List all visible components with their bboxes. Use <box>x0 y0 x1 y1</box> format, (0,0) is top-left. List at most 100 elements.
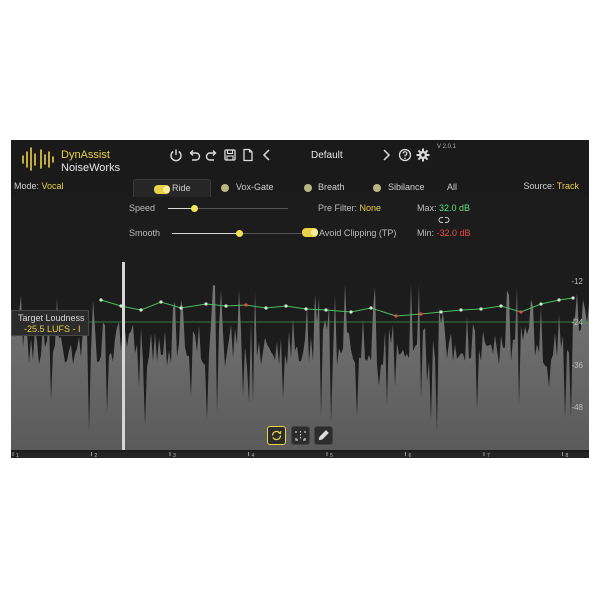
envelope-point[interactable] <box>284 304 288 308</box>
tab-breath-label: Breath <box>318 182 345 192</box>
time-tick-label: 6 <box>409 453 412 458</box>
avoid-clipping-toggle[interactable] <box>302 228 318 237</box>
envelope-point[interactable] <box>439 310 443 314</box>
sibilance-toggle[interactable] <box>373 184 381 192</box>
pencil-icon <box>318 430 329 441</box>
tab-breath[interactable]: Breath <box>304 179 354 196</box>
tab-ride[interactable]: Ride <box>133 179 211 197</box>
time-tick-label: 7 <box>487 453 490 458</box>
save-icon[interactable] <box>223 148 237 162</box>
settings-icon[interactable] <box>416 148 430 162</box>
envelope-point[interactable] <box>459 308 463 312</box>
prefilter-label: Pre Filter: <box>318 203 358 213</box>
loop-icon <box>271 430 282 441</box>
db-tick-label: -12 <box>571 277 583 286</box>
timeline-ruler <box>11 452 589 458</box>
speed-slider[interactable] <box>168 205 288 212</box>
mode-selector[interactable]: Mode: Vocal <box>14 181 64 191</box>
envelope-point[interactable] <box>204 302 208 306</box>
tab-all-label: All <box>447 182 458 192</box>
time-tick-label: 8 <box>566 453 569 458</box>
smooth-slider[interactable] <box>172 230 306 237</box>
logo-icon <box>22 147 54 171</box>
envelope-point[interactable] <box>304 307 308 311</box>
envelope-point[interactable] <box>224 304 228 308</box>
speed-slider-thumb[interactable] <box>190 205 198 212</box>
playhead[interactable] <box>122 262 125 450</box>
mode-label: Mode: <box>14 181 40 191</box>
envelope-point[interactable] <box>571 296 575 300</box>
header-bar: DynAssist NoiseWorks Default V 2.0.1 <box>11 140 589 175</box>
tab-ride-label: Ride <box>172 183 191 193</box>
help-icon[interactable] <box>398 148 412 162</box>
envelope-point[interactable] <box>244 303 248 307</box>
envelope-point[interactable] <box>324 308 328 312</box>
source-selector[interactable]: Source: Track <box>523 181 579 191</box>
loop-button[interactable] <box>267 426 286 445</box>
tab-sibilance-label: Sibilance <box>388 182 425 192</box>
new-file-icon[interactable] <box>241 148 255 162</box>
brand-company: NoiseWorks <box>61 162 121 174</box>
prev-preset-icon[interactable] <box>260 148 274 162</box>
envelope-point[interactable] <box>369 306 373 310</box>
max-range[interactable]: Max: 32.0 dB <box>417 203 470 213</box>
vox-gate-toggle[interactable] <box>221 184 229 192</box>
min-label: Min: <box>417 228 435 238</box>
min-value: -32.0 dB <box>436 228 471 238</box>
prefilter-selector[interactable]: Pre Filter: None <box>318 203 381 213</box>
db-tick-label: -24 <box>571 318 583 327</box>
link-icon[interactable] <box>438 216 450 224</box>
tab-vox-gate[interactable]: Vox-Gate <box>221 179 281 196</box>
envelope-point[interactable] <box>179 306 183 310</box>
select-tool-icon <box>295 431 306 441</box>
source-value: Track <box>556 181 579 191</box>
preset-name[interactable]: Default <box>311 150 343 161</box>
db-tick-label: -48 <box>571 403 583 412</box>
brand-name: DynAssist <box>61 149 110 161</box>
time-tick-label: 4 <box>252 453 255 458</box>
time-tick-label: 2 <box>95 453 98 458</box>
envelope-point[interactable] <box>519 310 523 314</box>
envelope-point[interactable] <box>159 300 163 304</box>
envelope-point[interactable] <box>479 307 483 311</box>
envelope-point[interactable] <box>264 306 268 310</box>
envelope-point[interactable] <box>499 304 503 308</box>
time-tick-label: 1 <box>16 453 19 458</box>
target-loudness-label[interactable]: Target Loudness -25.5 LUFS - I <box>11 310 89 336</box>
smooth-label: Smooth <box>129 228 161 238</box>
source-label: Source: <box>523 181 555 191</box>
tab-all[interactable]: All <box>447 179 467 196</box>
next-preset-icon[interactable] <box>379 148 393 162</box>
smooth-slider-fill <box>172 233 239 234</box>
min-range[interactable]: Min: -32.0 dB <box>417 228 471 238</box>
envelope-point[interactable] <box>419 312 423 316</box>
envelope-point[interactable] <box>557 298 561 302</box>
target-loudness-title: Target Loudness <box>18 313 85 323</box>
db-tick-label: -36 <box>571 361 583 370</box>
pencil-tool-button[interactable] <box>314 426 333 445</box>
plugin-window: DynAssist NoiseWorks Default V 2.0.1 Mod… <box>11 140 589 458</box>
breath-toggle[interactable] <box>304 184 312 192</box>
ride-toggle[interactable] <box>154 185 170 194</box>
envelope-point[interactable] <box>539 302 543 306</box>
envelope-point[interactable] <box>99 298 103 302</box>
power-icon[interactable] <box>169 148 183 162</box>
ride-controls: Speed Smooth Pre Filter: None Avoid Clip… <box>11 197 589 242</box>
redo-icon[interactable] <box>205 148 219 162</box>
max-value: 32.0 dB <box>439 203 471 213</box>
prefilter-value: None <box>359 203 382 213</box>
envelope-point[interactable] <box>349 310 353 314</box>
smooth-slider-thumb[interactable] <box>235 230 243 237</box>
speed-label: Speed <box>129 203 156 213</box>
time-tick-label: 3 <box>173 453 176 458</box>
tab-sibilance[interactable]: Sibilance <box>373 179 433 196</box>
undo-icon[interactable] <box>187 148 201 162</box>
time-tick-label: 5 <box>330 453 333 458</box>
mode-value: Vocal <box>41 181 64 191</box>
target-loudness-value: -25.5 LUFS - I <box>24 324 81 334</box>
tab-vox-gate-label: Vox-Gate <box>236 182 274 192</box>
select-tool-button[interactable] <box>291 426 310 445</box>
envelope-point[interactable] <box>394 314 398 318</box>
max-label: Max: <box>417 203 437 213</box>
envelope-point[interactable] <box>139 308 143 312</box>
